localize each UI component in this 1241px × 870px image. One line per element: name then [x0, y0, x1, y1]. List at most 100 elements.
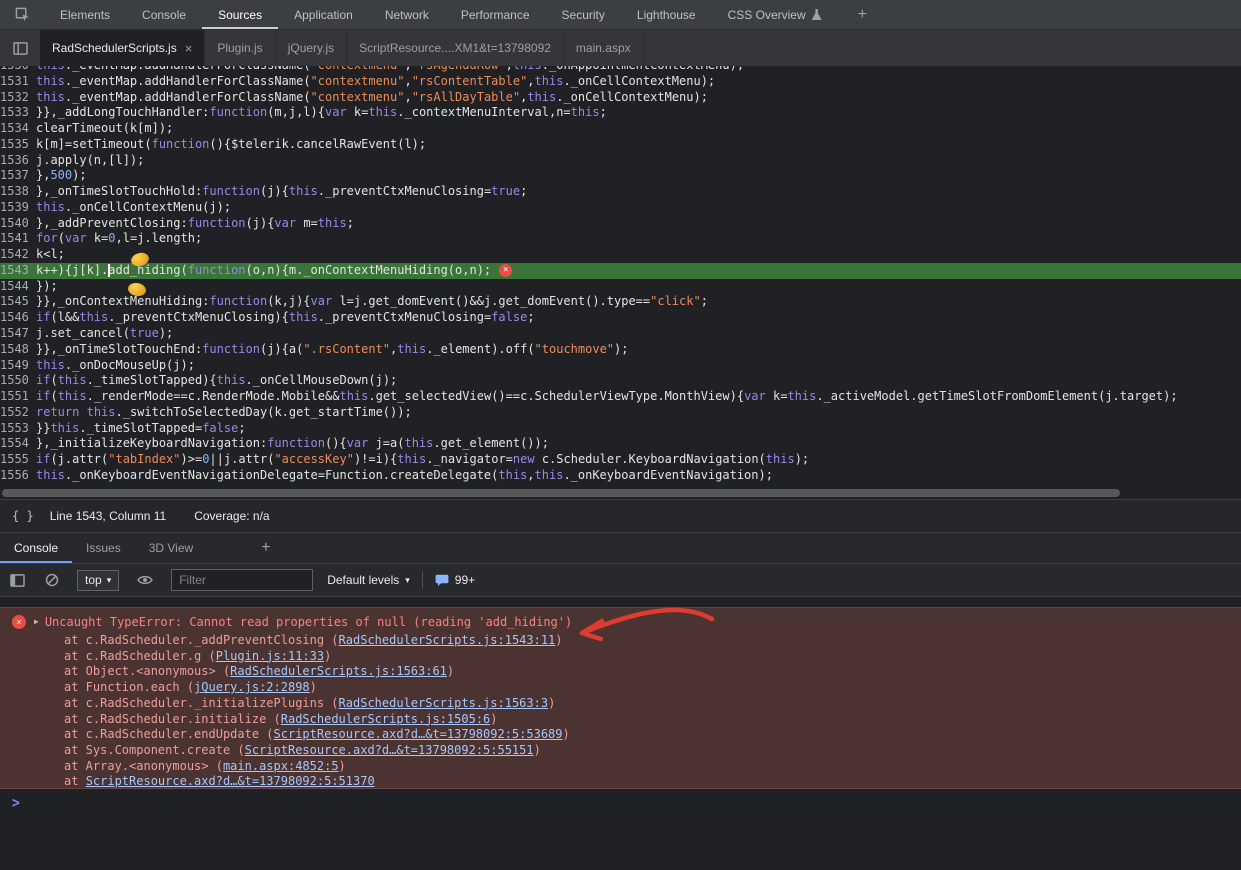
code-text[interactable]: this._onKeyboardEventNavigationDelegate=…	[36, 468, 773, 484]
code-line[interactable]: 1539this._onCellContextMenu(j);	[0, 200, 1241, 216]
code-text[interactable]: }}this._timeSlotTapped=false;	[36, 421, 246, 437]
stack-link[interactable]: RadSchedulerScripts.js:1505:6	[281, 712, 491, 726]
line-number[interactable]: 1535	[0, 137, 36, 153]
panel-tab-css-overview[interactable]: CSS Overview	[712, 0, 838, 29]
code-text[interactable]: }},_onTimeSlotTouchEnd:function(j){a(".r…	[36, 342, 628, 358]
code-line[interactable]: 1553}}this._timeSlotTapped=false;	[0, 421, 1241, 437]
code-line[interactable]: 1552return this._switchToSelectedDay(k.g…	[0, 405, 1241, 421]
panel-tab-application[interactable]: Application	[278, 0, 369, 29]
code-text[interactable]: if(l&&this._preventCtxMenuClosing){this.…	[36, 310, 535, 326]
code-text[interactable]: j.set_cancel(true);	[36, 326, 173, 342]
code-text[interactable]: this._onCellContextMenu(j);	[36, 200, 231, 216]
panel-tab-lighthouse[interactable]: Lighthouse	[621, 0, 712, 29]
line-number[interactable]: 1539	[0, 200, 36, 216]
file-tab-main-aspx[interactable]: main.aspx	[564, 30, 644, 66]
console-prompt[interactable]: >	[0, 791, 1241, 815]
code-text[interactable]: },_addPreventClosing:function(j){var m=t…	[36, 216, 354, 232]
clear-console-icon[interactable]	[45, 573, 59, 587]
code-line[interactable]: 1556this._onKeyboardEventNavigationDeleg…	[0, 468, 1241, 484]
panel-tab-console[interactable]: Console	[126, 0, 202, 29]
code-line[interactable]: 1537},500);	[0, 168, 1241, 184]
line-number[interactable]: 1538	[0, 184, 36, 200]
file-tab-scriptresource-xm1-t-13798092[interactable]: ScriptResource....XM1&t=13798092	[347, 30, 564, 66]
line-number[interactable]: 1545	[0, 294, 36, 310]
line-number[interactable]: 1549	[0, 358, 36, 374]
panel-tab-security[interactable]: Security	[546, 0, 621, 29]
code-line[interactable]: 1531this._eventMap.addHandlerForClassNam…	[0, 74, 1241, 90]
console-sidebar-icon[interactable]	[10, 574, 25, 587]
stack-link[interactable]: Plugin.js:11:33	[216, 649, 324, 663]
code-line[interactable]: 1535k[m]=setTimeout(function(){$telerik.…	[0, 137, 1241, 153]
line-number[interactable]: 1534	[0, 121, 36, 137]
code-line[interactable]: 1533}},_addLongTouchHandler:function(m,j…	[0, 105, 1241, 121]
code-line[interactable]: 1530this._eventMap.addHandlerForClassNam…	[0, 66, 1241, 74]
context-selector[interactable]: top ▾	[77, 570, 119, 591]
line-number[interactable]: 1546	[0, 310, 36, 326]
line-number[interactable]: 1551	[0, 389, 36, 405]
code-line[interactable]: 1547j.set_cancel(true);	[0, 326, 1241, 342]
code-text[interactable]: k<l;	[36, 247, 65, 263]
code-text[interactable]: this._eventMap.addHandlerForClassName("c…	[36, 74, 715, 90]
filter-input[interactable]	[171, 569, 313, 591]
panel-tab-sources[interactable]: Sources	[202, 0, 278, 29]
expand-stack-icon[interactable]: ▶	[34, 617, 39, 626]
stack-link[interactable]: ScriptResource.axd?d…&t=13798092:5:51370	[86, 774, 375, 788]
code-line[interactable]: 1532this._eventMap.addHandlerForClassNam…	[0, 90, 1241, 106]
inspect-icon[interactable]	[0, 7, 44, 22]
code-text[interactable]: return this._switchToSelectedDay(k.get_s…	[36, 405, 412, 421]
stack-link[interactable]: ScriptResource.axd?d…&t=13798092:5:55151	[245, 743, 534, 757]
code-text[interactable]: this._eventMap.addHandlerForClassName("c…	[36, 90, 708, 106]
line-number[interactable]: 1554	[0, 436, 36, 452]
horizontal-scrollbar[interactable]	[2, 489, 1120, 497]
code-line[interactable]: 1554},_initializeKeyboardNavigation:func…	[0, 436, 1241, 452]
code-text[interactable]: if(this._timeSlotTapped){this._onCellMou…	[36, 373, 397, 389]
stack-link[interactable]: jQuery.js:2:2898	[194, 680, 310, 694]
code-line[interactable]: 1540},_addPreventClosing:function(j){var…	[0, 216, 1241, 232]
log-levels-dropdown[interactable]: Default levels ▾	[327, 573, 410, 587]
line-number[interactable]: 1532	[0, 90, 36, 106]
code-line[interactable]: 1541for(var k=0,l=j.length;	[0, 231, 1241, 247]
issues-counter[interactable]: 99+	[435, 573, 475, 587]
line-number[interactable]: 1544	[0, 279, 36, 295]
panel-tab-network[interactable]: Network	[369, 0, 445, 29]
line-number[interactable]: 1552	[0, 405, 36, 421]
live-expression-eye-icon[interactable]	[137, 574, 153, 586]
stack-link[interactable]: ScriptResource.axd?d…&t=13798092:5:53689	[274, 727, 563, 741]
line-number[interactable]: 1543	[0, 263, 36, 279]
code-line[interactable]: 1550if(this._timeSlotTapped){this._onCel…	[0, 373, 1241, 389]
drawer-tab-console[interactable]: Console	[0, 533, 72, 563]
code-line[interactable]: 1551if(this._renderMode==c.RenderMode.Mo…	[0, 389, 1241, 405]
code-text[interactable]: },_initializeKeyboardNavigation:function…	[36, 436, 549, 452]
code-text[interactable]: },500);	[36, 168, 87, 184]
file-tab-plugin-js[interactable]: Plugin.js	[205, 30, 275, 66]
code-text[interactable]: }},_onContextMenuHiding:function(k,j){va…	[36, 294, 708, 310]
stack-link[interactable]: RadSchedulerScripts.js:1563:3	[339, 696, 549, 710]
line-number[interactable]: 1542	[0, 247, 36, 263]
drawer-tab-3d-view[interactable]: 3D View	[135, 533, 207, 563]
code-text[interactable]: });	[36, 279, 58, 295]
code-text[interactable]: j.apply(n,[l]);	[36, 153, 144, 169]
add-panel-button[interactable]: +	[846, 6, 879, 24]
code-text[interactable]: clearTimeout(k[m]);	[36, 121, 173, 137]
code-line[interactable]: 1555if(j.attr("tabIndex")>=0||j.attr("ac…	[0, 452, 1241, 468]
stack-link[interactable]: main.aspx:4852:5	[223, 759, 339, 773]
close-tab-icon[interactable]: ×	[185, 42, 193, 55]
line-number[interactable]: 1550	[0, 373, 36, 389]
pretty-print-button[interactable]: { }	[12, 509, 34, 523]
line-number[interactable]: 1531	[0, 74, 36, 90]
code-text[interactable]: if(j.attr("tabIndex")>=0||j.attr("access…	[36, 452, 809, 468]
line-number[interactable]: 1530	[0, 66, 36, 74]
code-text[interactable]: this._eventMap.addHandlerForClassName("c…	[36, 66, 744, 74]
line-number[interactable]: 1536	[0, 153, 36, 169]
line-number[interactable]: 1541	[0, 231, 36, 247]
code-line[interactable]: 1548}},_onTimeSlotTouchEnd:function(j){a…	[0, 342, 1241, 358]
code-line[interactable]: 1536j.apply(n,[l]);	[0, 153, 1241, 169]
code-text[interactable]: k++){j[k].add_hiding(function(o,n){m._on…	[36, 263, 491, 279]
code-line[interactable]: 1538},_onTimeSlotTouchHold:function(j){t…	[0, 184, 1241, 200]
add-drawer-tab-button[interactable]: +	[247, 533, 284, 563]
code-line[interactable]: 1544});	[0, 279, 1241, 295]
code-line[interactable]: 1542k<l;	[0, 247, 1241, 263]
code-line[interactable]: 1534clearTimeout(k[m]);	[0, 121, 1241, 137]
line-number[interactable]: 1537	[0, 168, 36, 184]
code-line[interactable]: 1545}},_onContextMenuHiding:function(k,j…	[0, 294, 1241, 310]
